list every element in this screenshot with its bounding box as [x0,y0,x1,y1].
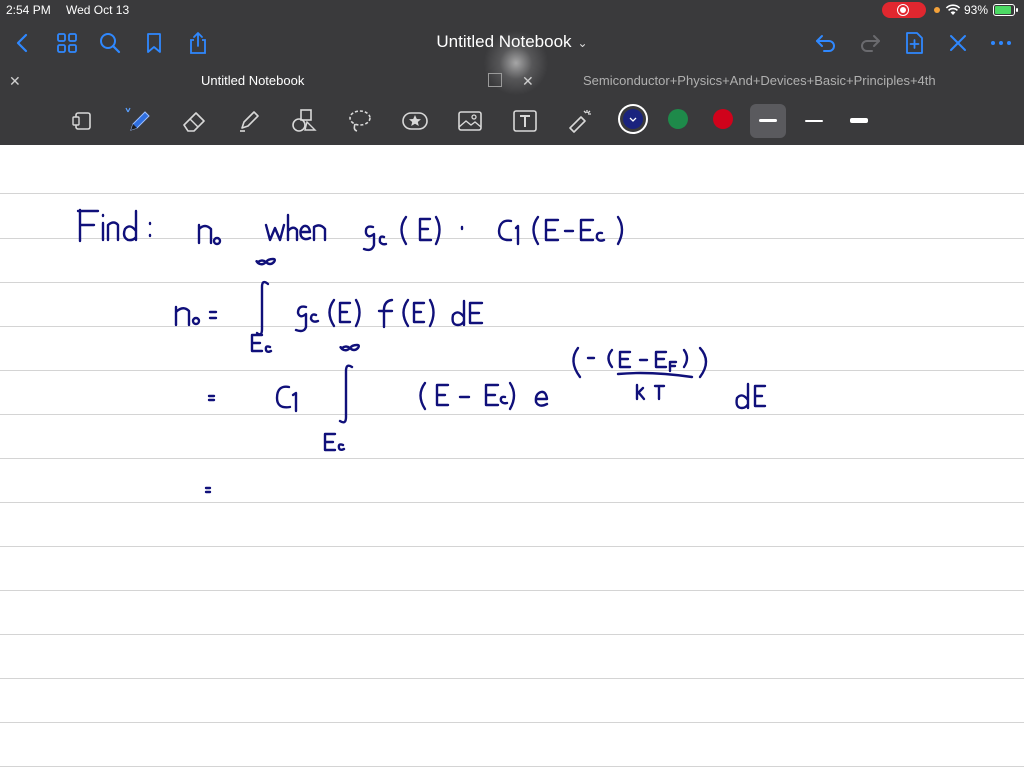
tab-untitled-notebook[interactable]: ✕ Untitled Notebook [0,66,480,96]
page-view-icon[interactable] [68,106,98,136]
add-page-icon[interactable] [901,30,927,56]
color-swatch-navy[interactable] [623,109,643,129]
close-icon[interactable] [945,30,971,56]
drawing-toolbar [0,98,1024,144]
ink-line-2 [174,257,484,353]
stroke-weight-medium[interactable] [750,104,786,138]
tab-label: Untitled Notebook [201,73,305,88]
record-icon[interactable] [882,2,926,18]
handwritten-equations [76,208,767,494]
color-swatch-green[interactable] [668,109,688,129]
ink-line-1 [76,208,624,252]
chevron-down-icon [629,117,637,122]
tab-close-icon[interactable]: ✕ [522,73,534,90]
status-bar: 2:54 PM Wed Oct 13 93% [0,0,1024,20]
ink-line-4 [204,486,212,494]
sticker-icon[interactable] [400,106,430,136]
image-icon[interactable] [455,106,485,136]
stroke-weight-thin[interactable] [796,104,832,138]
app-chrome: 2:54 PM Wed Oct 13 93% Untitled Notebook… [0,0,1024,145]
notebook-page[interactable] [0,145,1024,768]
color-swatch-red[interactable] [713,109,733,129]
lasso-icon[interactable] [345,106,375,136]
text-tool-icon[interactable] [510,106,540,136]
highlighter-icon[interactable] [234,106,264,136]
status-time: 2:54 PM [6,3,51,17]
more-icon[interactable] [988,30,1014,56]
undo-icon[interactable] [813,30,839,56]
tab-label: Semiconductor+Physics+And+Devices+Basic+… [583,73,936,88]
notebook-title-text: Untitled Notebook [436,32,572,51]
nav-bar: Untitled Notebook ⌄ [0,22,1024,101]
stroke-weight-thick[interactable] [841,104,877,138]
tab-close-icon[interactable]: ✕ [9,73,21,90]
battery-percent: 93% [964,3,989,17]
status-date: Wed Oct 13 [66,3,130,17]
pen-icon[interactable] [124,106,154,136]
ink-line-3 [207,343,767,452]
wifi-icon [945,4,961,15]
redo-icon[interactable] [857,30,883,56]
eraser-icon[interactable] [179,106,209,136]
mic-in-use-indicator [934,7,940,13]
shapes-icon[interactable] [289,106,319,136]
title-chevron-icon: ⌄ [577,36,588,50]
battery-icon [993,4,1018,16]
laser-pointer-icon[interactable] [565,106,595,136]
tab-bar: ✕ Untitled Notebook ✕ Semiconductor+Phys… [0,66,1024,96]
tab-semiconductor-pdf[interactable]: ✕ Semiconductor+Physics+And+Devices+Basi… [512,66,1024,96]
split-view-icon[interactable] [488,73,502,87]
